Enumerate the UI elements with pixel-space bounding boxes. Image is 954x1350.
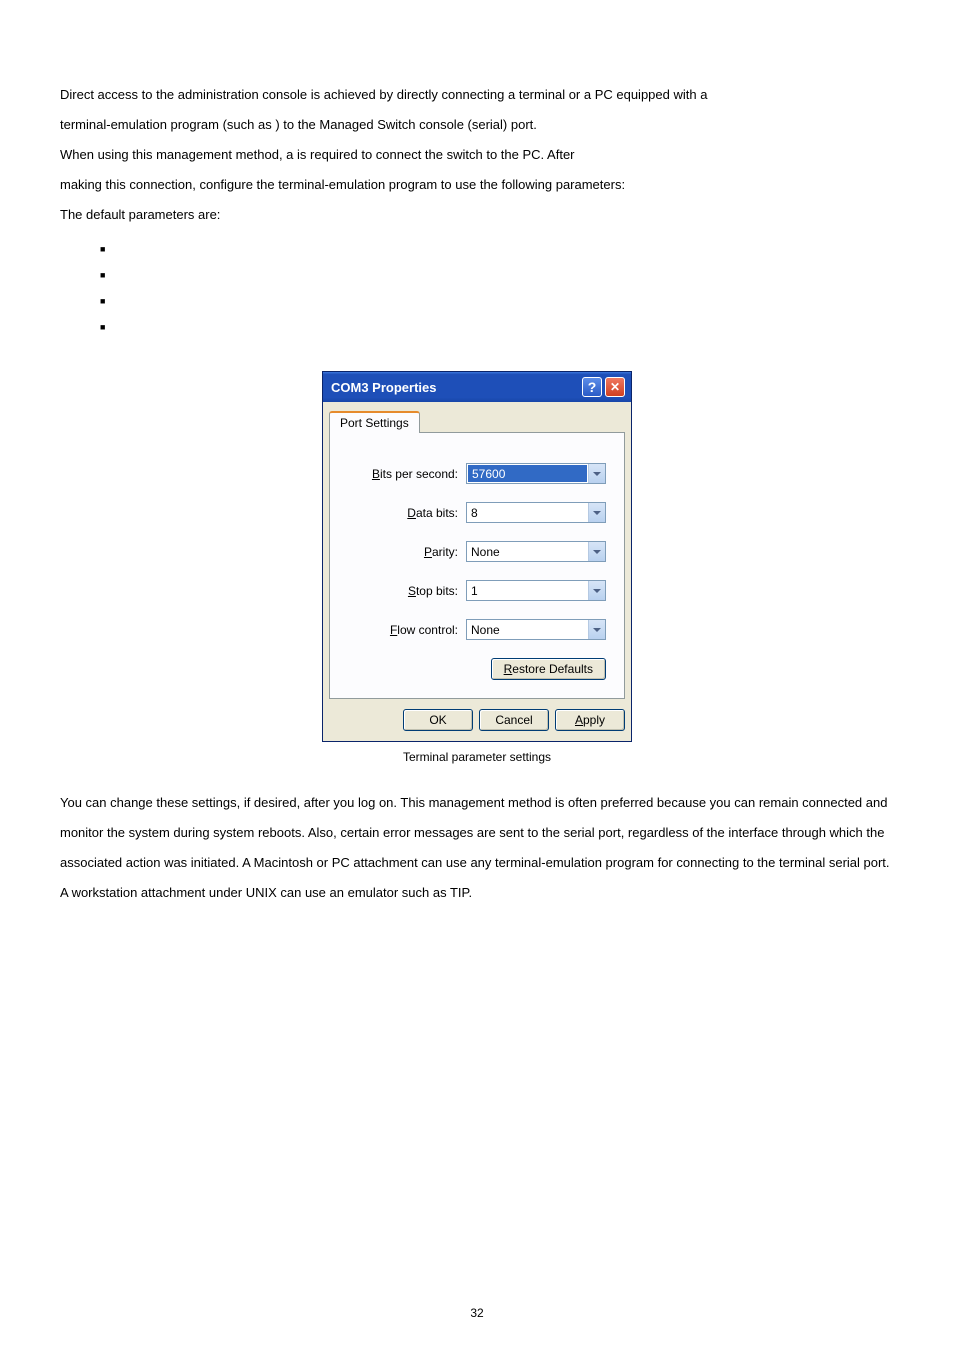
combo-databits-value: 8 — [467, 503, 588, 522]
intro-line3a: When using this management method, a — [60, 147, 297, 162]
param-item-1 — [100, 237, 894, 263]
intro-line3b: is required to connect the switch to the… — [297, 147, 574, 162]
dropdown-icon[interactable] — [588, 464, 605, 483]
titlebar-buttons: ? ✕ — [582, 377, 625, 397]
close-button[interactable]: ✕ — [605, 377, 625, 397]
intro-line4: making this connection, configure the te… — [60, 177, 625, 192]
page-number: 32 — [0, 1306, 954, 1320]
tab-port-settings[interactable]: Port Settings — [329, 411, 420, 433]
field-stopbits: Stop bits: 1 — [348, 580, 606, 601]
combo-stopbits-value: 1 — [467, 581, 588, 600]
field-bps: Bits per second: 57600 — [348, 463, 606, 484]
label-databits: Data bits: — [407, 506, 458, 520]
params-list — [100, 237, 894, 341]
tab-content: Bits per second: 57600 Data bits: 8 Pari… — [329, 433, 625, 699]
figure-caption: Terminal parameter settings — [60, 750, 894, 764]
help-button[interactable]: ? — [582, 377, 602, 397]
combo-parity-value: None — [467, 542, 588, 561]
restore-defaults-button[interactable]: Restore Defaults — [491, 658, 606, 680]
dropdown-icon[interactable] — [588, 620, 605, 639]
combo-bps[interactable]: 57600 — [466, 463, 606, 484]
dialog-wrapper: COM3 Properties ? ✕ Port Settings Bits p… — [60, 371, 894, 742]
dropdown-icon[interactable] — [588, 581, 605, 600]
tab-area: Port Settings Bits per second: 57600 Dat… — [323, 402, 631, 709]
combo-flow[interactable]: None — [466, 619, 606, 640]
dropdown-icon[interactable] — [588, 503, 605, 522]
ok-button[interactable]: OK — [403, 709, 473, 731]
dialog-buttons: OK Cancel Apply — [323, 709, 631, 741]
combo-bps-value: 57600 — [468, 465, 587, 482]
apply-button[interactable]: Apply — [555, 709, 625, 731]
intro-line1: Direct access to the administration cons… — [60, 87, 707, 102]
param-item-3 — [100, 289, 894, 315]
combo-flow-value: None — [467, 620, 588, 639]
combo-stopbits[interactable]: 1 — [466, 580, 606, 601]
intro-paragraph: Direct access to the administration cons… — [60, 80, 894, 229]
field-flow: Flow control: None — [348, 619, 606, 640]
cancel-button[interactable]: Cancel — [479, 709, 549, 731]
label-stopbits: Stop bits: — [408, 584, 458, 598]
label-parity: Parity: — [424, 545, 458, 559]
closing-paragraph: You can change these settings, if desire… — [60, 788, 894, 908]
label-flow: Flow control: — [390, 623, 458, 637]
combo-parity[interactable]: None — [466, 541, 606, 562]
field-databits: Data bits: 8 — [348, 502, 606, 523]
field-parity: Parity: None — [348, 541, 606, 562]
combo-databits[interactable]: 8 — [466, 502, 606, 523]
param-item-4 — [100, 315, 894, 341]
label-bps: Bits per second: — [372, 467, 458, 481]
dialog-title: COM3 Properties — [331, 380, 436, 395]
intro-line2b: ) to the Managed Switch console (serial)… — [275, 117, 537, 132]
intro-line5: The default parameters are: — [60, 207, 220, 222]
dropdown-icon[interactable] — [588, 542, 605, 561]
titlebar: COM3 Properties ? ✕ — [323, 372, 631, 402]
com-properties-dialog: COM3 Properties ? ✕ Port Settings Bits p… — [322, 371, 632, 742]
restore-row: Restore Defaults — [348, 658, 606, 680]
param-item-2 — [100, 263, 894, 289]
intro-line2a: terminal-emulation program (such as — [60, 117, 275, 132]
tab-strip: Port Settings — [329, 410, 625, 433]
